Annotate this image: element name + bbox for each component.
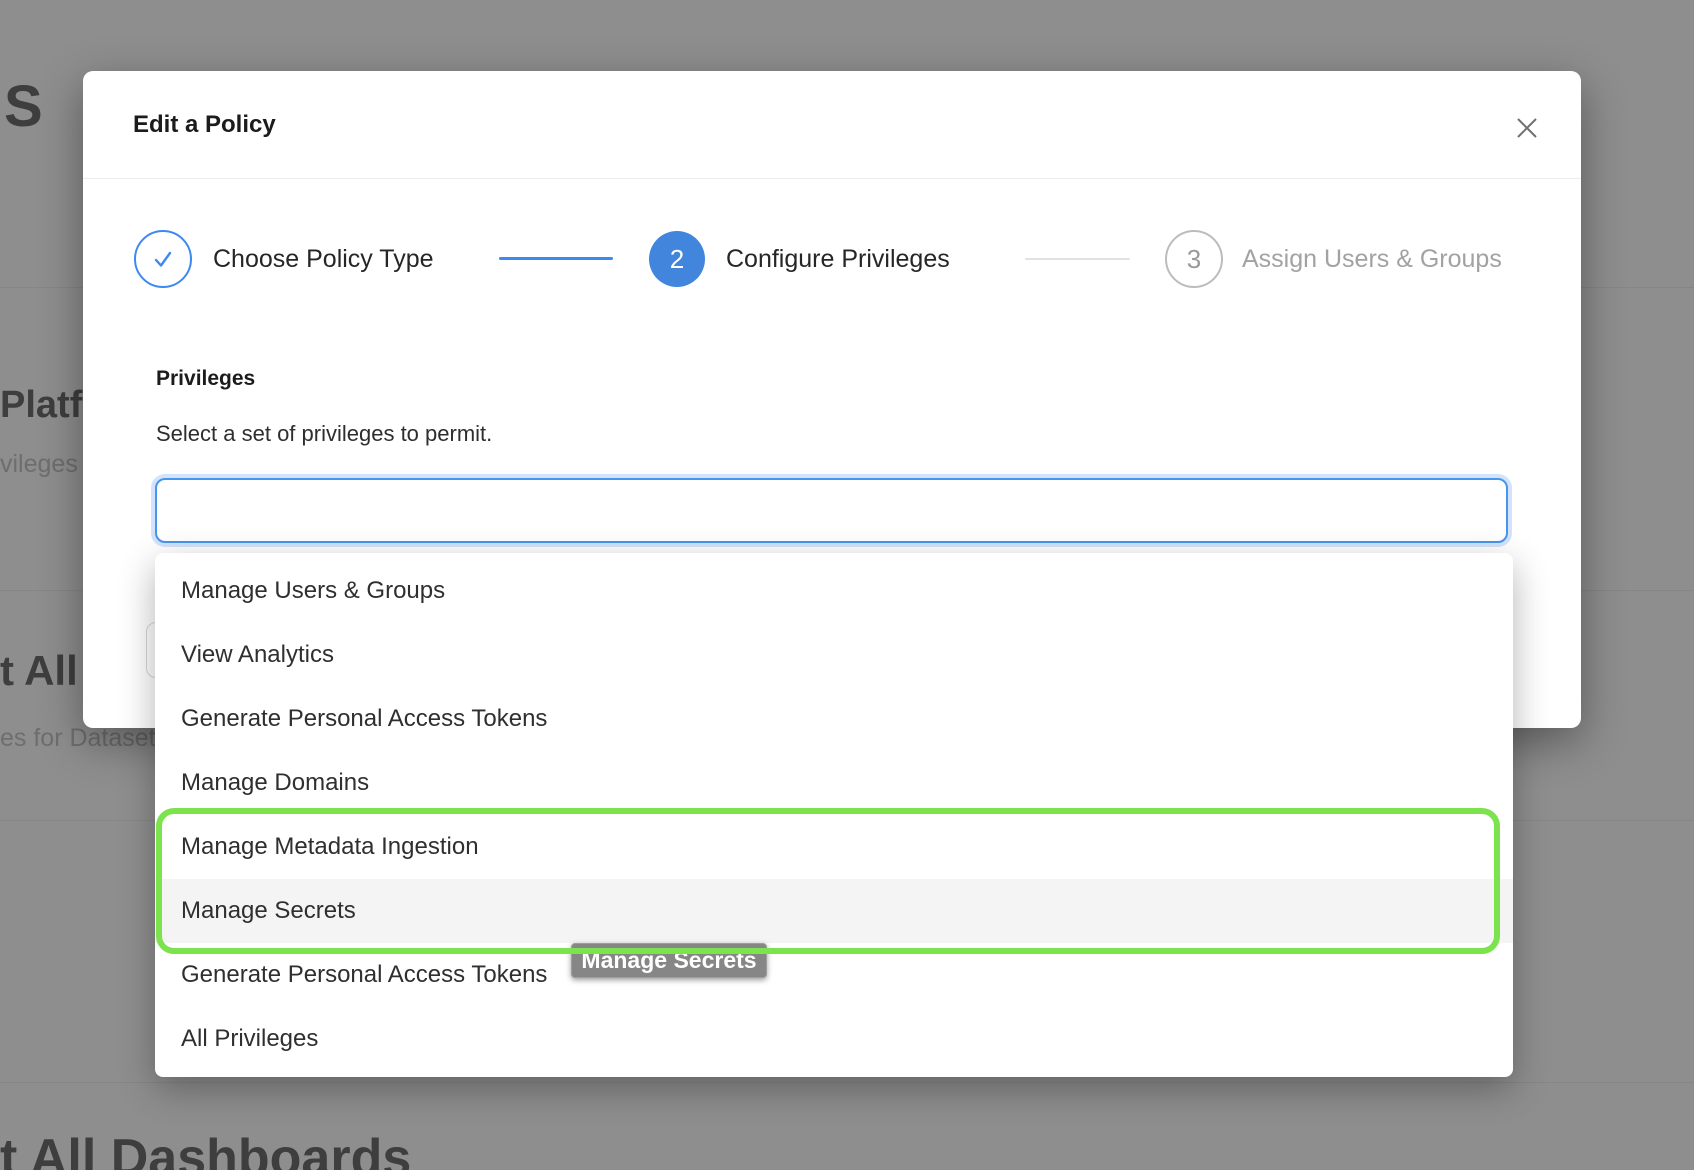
annotation-tooltip: Manage Secrets — [571, 943, 767, 978]
option-view-analytics[interactable]: View Analytics — [155, 623, 1513, 687]
privileges-helper-text: Select a set of privileges to permit. — [156, 421, 492, 447]
step-1-indicator[interactable] — [134, 230, 192, 288]
modal-title: Edit a Policy — [133, 71, 276, 178]
privileges-select-input[interactable] — [155, 478, 1508, 543]
option-manage-domains[interactable]: Manage Domains — [155, 751, 1513, 815]
privileges-section-label: Privileges — [156, 367, 255, 391]
background-divider — [0, 1082, 1694, 1083]
background-page-heading-fragment: S — [4, 78, 43, 136]
close-button[interactable] — [1512, 113, 1542, 143]
screen: S Platfo vileges t All D es for Dataset … — [0, 0, 1694, 1170]
step-connector-completed — [499, 257, 613, 260]
close-icon — [1514, 115, 1540, 141]
step-1-label: Choose Policy Type — [213, 230, 434, 288]
option-generate-pat[interactable]: Generate Personal Access Tokens — [155, 687, 1513, 751]
background-datasets-subtitle-fragment: es for Dataset — [0, 726, 156, 751]
check-icon — [149, 245, 177, 273]
option-manage-users-groups[interactable]: Manage Users & Groups — [155, 559, 1513, 623]
background-platform-subtitle-fragment: vileges — [0, 452, 78, 477]
option-manage-metadata-ingestion[interactable]: Manage Metadata Ingestion — [155, 815, 1513, 879]
header-divider — [83, 178, 1581, 179]
step-2-number: 2 — [670, 244, 684, 275]
option-all-privileges[interactable]: All Privileges — [155, 1007, 1513, 1071]
step-connector-pending — [1025, 258, 1130, 260]
step-2-indicator[interactable]: 2 — [649, 231, 705, 287]
step-3-label: Assign Users & Groups — [1242, 230, 1502, 288]
step-2-label: Configure Privileges — [726, 230, 950, 288]
option-manage-secrets[interactable]: Manage Secrets — [155, 879, 1513, 943]
option-generate-pat-2[interactable]: Generate Personal Access Tokens — [155, 943, 1513, 1007]
step-3-indicator[interactable]: 3 — [1165, 230, 1223, 288]
step-3-number: 3 — [1187, 244, 1201, 275]
privileges-dropdown: Manage Users & Groups View Analytics Gen… — [155, 553, 1513, 1077]
background-dashboards-heading-fragment: t All Dashboards — [0, 1132, 411, 1170]
